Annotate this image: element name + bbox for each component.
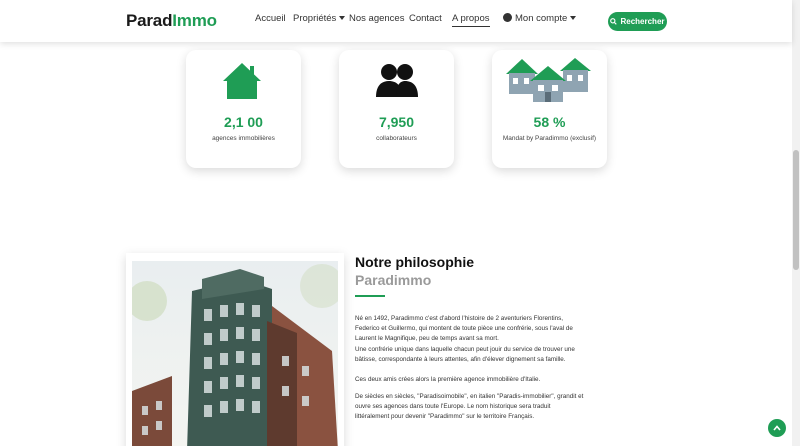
philosophy-paragraph: Né en 1492, Paradimmo c'est d'abord l'hi… [355,315,573,343]
scrollbar[interactable] [792,0,800,446]
stat-card-collaborators: 7,950 collaborateurs [339,50,454,168]
nav-agences[interactable]: Nos agences [349,13,404,24]
search-button[interactable]: Rechercher [608,12,667,31]
search-button-label: Rechercher [620,17,665,26]
nav-proprietes[interactable]: Propriétés [293,13,346,24]
stat-label: collaborateurs [376,135,417,142]
brand-part2: Immo [172,11,217,30]
nav-mon-compte[interactable]: Mon compte [503,13,577,24]
chevron-up-icon [773,425,781,431]
chevron-down-icon [339,16,346,21]
user-icon [503,13,512,22]
nav-apropos[interactable]: A propos [452,13,490,27]
scrollbar-thumb[interactable] [793,150,799,270]
houses-icon [506,58,591,102]
title-underline [355,295,385,297]
philosophy-paragraph: De siècles en siècles, "Paradisoimobile"… [355,393,584,421]
philosophy-title: Notre philosophie [355,254,474,270]
search-icon [610,18,618,25]
stat-value: 7,950 [378,114,415,130]
nav-mon-compte-label: Mon compte [515,13,568,24]
chevron-down-icon [570,16,577,21]
stat-label: Mandat by Paradimmo (exclusif) [502,135,597,142]
building-photo [132,261,338,446]
philosophy-subtitle: Paradimmo [355,272,432,288]
building-photo-frame [126,253,344,446]
stat-value: 2,1 00 [224,114,263,130]
stat-value: 58 % [533,114,566,130]
stat-label: agences immobilières [212,135,275,142]
nav-accueil[interactable]: Accueil [255,13,286,24]
users-icon [376,64,418,97]
navbar: ParadImmo Accueil Propriétés Nos agences… [0,0,792,42]
house-icon [223,63,261,99]
scroll-top-button[interactable] [768,419,786,437]
stat-card-mandates: 58 % Mandat by Paradimmo (exclusif) [492,50,607,168]
brand-logo[interactable]: ParadImmo [126,11,217,31]
philosophy-paragraph: Une confrérie unique dans laquelle chacu… [355,346,575,364]
stat-card-agencies: 2,1 00 agences immobilières [186,50,301,168]
nav-proprietes-label: Propriétés [293,13,337,24]
nav-contact[interactable]: Contact [409,13,442,24]
brand-part1: Parad [126,11,173,30]
philosophy-paragraph: Ces deux amis crées alors la première ag… [355,376,541,383]
